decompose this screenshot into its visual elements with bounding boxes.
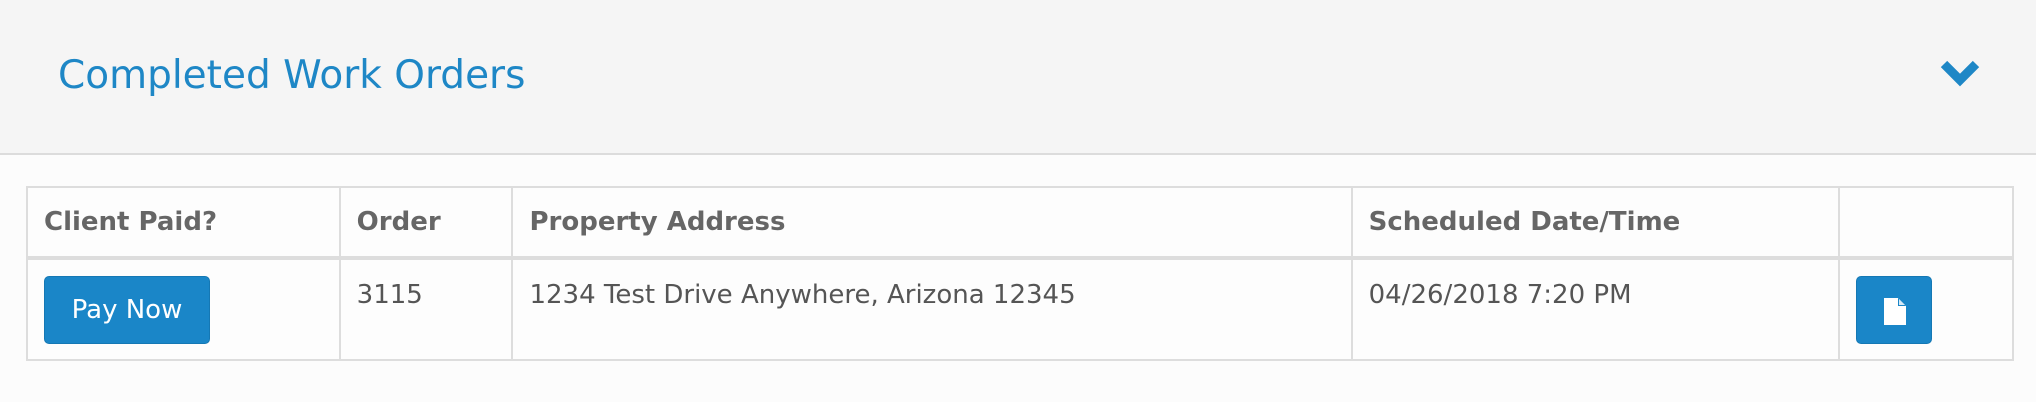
pay-now-button[interactable]: Pay Now <box>44 276 210 344</box>
table-header-row: Client Paid? Order Property Address Sche… <box>26 186 2014 260</box>
panel-header[interactable]: Completed Work Orders <box>0 0 2036 155</box>
column-header-actions <box>1838 186 2014 260</box>
property-address-cell: 1234 Test Drive Anywhere, Arizona 12345 <box>511 257 1353 361</box>
panel-title: Completed Work Orders <box>58 53 526 98</box>
client-paid-cell: Pay Now <box>26 257 341 361</box>
document-icon <box>1884 298 1907 325</box>
order-cell: 3115 <box>338 257 514 361</box>
column-header-scheduled-date-time: Scheduled Date/Time <box>1350 186 1841 260</box>
scheduled-date-time-cell: 04/26/2018 7:20 PM <box>1350 257 1841 361</box>
actions-cell <box>1838 257 2014 361</box>
work-orders-table: Client Paid? Order Property Address Sche… <box>26 186 2014 361</box>
chevron-down-icon <box>1940 60 1980 87</box>
collapse-toggle[interactable] <box>1938 56 1982 92</box>
column-header-client-paid: Client Paid? <box>26 186 341 260</box>
table-row: Pay Now 3115 1234 Test Drive Anywhere, A… <box>26 257 2014 361</box>
view-document-button[interactable] <box>1856 276 1933 344</box>
completed-work-orders-panel: Completed Work Orders Client Paid? Order… <box>0 0 2036 402</box>
column-header-property-address: Property Address <box>511 186 1353 260</box>
column-header-order: Order <box>338 186 514 260</box>
